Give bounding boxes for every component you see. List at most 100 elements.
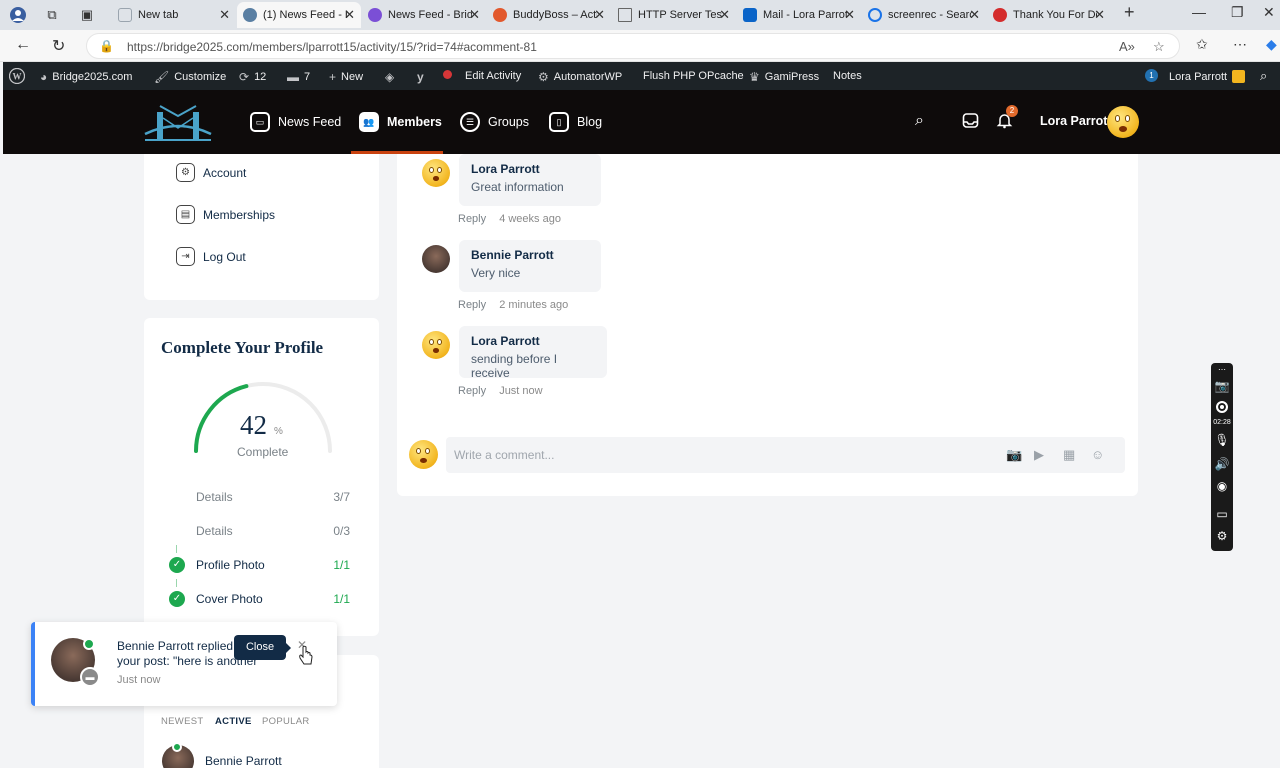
comment-avatar[interactable] xyxy=(422,159,450,187)
admin-new-link[interactable]: + New xyxy=(329,70,363,84)
members-icon: 👥 xyxy=(359,112,379,132)
tab-close-icon[interactable]: ✕ xyxy=(594,7,605,23)
browser-tab[interactable]: HTTP Server Test ✕ xyxy=(612,2,736,28)
reply-link[interactable]: Reply xyxy=(458,213,486,225)
address-bar[interactable]: 🔒 https://bridge2025.com/members/lparrot… xyxy=(86,33,1180,59)
camera-icon[interactable]: 📷 xyxy=(1006,447,1022,463)
admin-edit-activity-link[interactable]: Edit Activity xyxy=(465,70,521,82)
admin-flush-link[interactable]: Flush PHP OPcache xyxy=(643,70,744,82)
menu-logout[interactable]: ⇥ Log Out xyxy=(176,247,246,266)
menu-account[interactable]: ⚙ Account xyxy=(176,163,246,182)
menu-memberships[interactable]: ▤ Memberships xyxy=(176,205,275,224)
profile-row[interactable]: Details 3/7 xyxy=(196,490,350,504)
comment-meta: Reply Just now xyxy=(458,385,543,397)
comment-author[interactable]: Lora Parrott xyxy=(471,334,595,348)
filter-newest[interactable]: NEWEST xyxy=(161,716,203,727)
comment-author[interactable]: Bennie Parrott xyxy=(471,248,589,262)
favorite-star-icon[interactable]: ☆ xyxy=(1153,39,1165,55)
admin-notes-link[interactable]: Notes xyxy=(833,70,862,82)
current-user-avatar xyxy=(409,440,438,469)
header-user-name[interactable]: Lora Parrott xyxy=(1040,114,1112,128)
window-close-icon[interactable]: ✕ xyxy=(1263,4,1275,21)
comment-avatar[interactable] xyxy=(422,331,450,359)
complete-profile-card xyxy=(144,318,379,636)
favorites-icon[interactable]: ✩ xyxy=(1196,36,1208,53)
tab-close-icon[interactable]: ✕ xyxy=(719,7,730,23)
window-select-icon[interactable]: ▭ xyxy=(1211,507,1233,521)
admin-notification-badge[interactable]: 1 xyxy=(1145,69,1158,82)
tab-close-icon[interactable]: ✕ xyxy=(1094,7,1105,23)
wordpress-logo-icon[interactable]: W xyxy=(9,68,25,84)
speaker-icon[interactable]: 🔊 xyxy=(1211,457,1233,471)
browser-tab[interactable]: Thank You For Downloading ✕ xyxy=(987,2,1111,28)
profile-row[interactable]: Cover Photo 1/1 xyxy=(196,592,350,606)
back-icon[interactable]: ← xyxy=(15,36,31,54)
nav-blog[interactable]: ▯ Blog xyxy=(549,90,602,154)
profile-icon[interactable] xyxy=(8,5,28,25)
header-search-icon[interactable]: ⌕ xyxy=(915,112,924,130)
comment-author[interactable]: Lora Parrott xyxy=(471,162,589,176)
admin-site-link[interactable]: ◕ Bridge2025.com xyxy=(40,70,132,84)
screenshot-camera-icon[interactable]: 📷 xyxy=(1211,379,1233,393)
menu-memberships-label: Memberships xyxy=(203,207,276,222)
admin-automator-link[interactable]: ⚙ AutomatorWP xyxy=(538,70,622,84)
tab-close-icon[interactable]: ✕ xyxy=(844,7,855,23)
member-name[interactable]: Bennie Parrott xyxy=(205,754,282,768)
comment-avatar[interactable] xyxy=(422,245,450,273)
video-icon[interactable]: ▶ xyxy=(1034,447,1044,463)
filter-active[interactable]: ACTIVE xyxy=(215,716,252,727)
site-info-icon[interactable]: 🔒 xyxy=(99,39,114,53)
webcam-icon[interactable]: ◉ xyxy=(1211,479,1233,493)
read-aloud-icon[interactable]: A» xyxy=(1119,39,1135,54)
tab-close-icon[interactable]: ✕ xyxy=(969,7,980,23)
admin-search-icon[interactable]: ⌕ xyxy=(1260,68,1267,84)
admin-customize-link[interactable]: 🖌 Customize xyxy=(154,70,226,84)
admin-user-link[interactable]: Lora Parrott xyxy=(1169,70,1246,83)
microphone-icon[interactable]: 🎙 xyxy=(1211,433,1233,447)
recorder-handle-icon[interactable]: ⋯ xyxy=(1211,365,1233,374)
address-toolbar: ← ↻ 🔒 https://bridge2025.com/members/lpa… xyxy=(0,30,1280,62)
nav-members[interactable]: 👥 Members xyxy=(359,90,442,154)
browser-tab-active[interactable]: (1) News Feed - Bridge2025 ✕ xyxy=(237,2,361,28)
browser-tab[interactable]: screenrec - Search ✕ xyxy=(862,2,986,28)
gif-icon[interactable]: ▦ xyxy=(1063,447,1075,463)
vertical-tabs-icon[interactable]: ▣ xyxy=(77,5,97,25)
yoast-icon[interactable]: y xyxy=(417,70,424,84)
new-tab-icon[interactable]: + xyxy=(1124,2,1135,23)
browser-tab[interactable]: New tab ✕ xyxy=(112,2,236,28)
comment-input[interactable]: Write a comment... 📷 ▶ ▦ ☺ xyxy=(446,437,1125,473)
workspaces-icon[interactable]: ⧉ xyxy=(42,5,62,25)
browser-tab[interactable]: BuddyBoss – Activity ✕ xyxy=(487,2,611,28)
admin-updates-link[interactable]: ⟳ 12 xyxy=(239,70,266,84)
browser-tab[interactable]: News Feed - Bridge2025 ✕ xyxy=(362,2,486,28)
admin-gamipress-link[interactable]: ♛ GamiPress xyxy=(749,70,819,84)
diamond-icon[interactable]: ◈ xyxy=(385,70,394,84)
nav-news-feed[interactable]: ▭ News Feed xyxy=(250,90,341,154)
emoji-icon[interactable]: ☺ xyxy=(1091,447,1104,462)
site-logo[interactable] xyxy=(143,98,213,144)
refresh-icon[interactable]: ↻ xyxy=(52,36,65,56)
status-dot-icon[interactable] xyxy=(443,70,452,79)
inbox-icon[interactable] xyxy=(962,112,979,134)
profile-row[interactable]: Profile Photo 1/1 xyxy=(196,558,350,572)
tab-label: Thank You For Downloading xyxy=(1013,9,1097,21)
filter-popular[interactable]: POPULAR xyxy=(262,716,310,727)
maximize-icon[interactable]: ❐ xyxy=(1231,4,1244,21)
record-icon[interactable] xyxy=(1211,401,1233,416)
copilot-icon[interactable]: ◆ xyxy=(1266,36,1277,53)
more-menu-icon[interactable]: ⋯ xyxy=(1233,36,1247,53)
notification-toast[interactable]: ▬ Bennie Parrott replied to your post: "… xyxy=(31,622,337,706)
profile-row[interactable]: Details 0/3 xyxy=(196,524,350,538)
browser-tab[interactable]: Mail - Lora Parrott ✕ xyxy=(737,2,861,28)
tab-close-icon[interactable]: ✕ xyxy=(219,7,230,23)
plus-icon: + xyxy=(329,70,337,84)
tab-close-icon[interactable]: ✕ xyxy=(469,7,480,23)
tab-close-icon[interactable]: ✕ xyxy=(344,7,355,23)
header-user-avatar[interactable] xyxy=(1107,106,1139,138)
recorder-settings-icon[interactable]: ⚙ xyxy=(1211,529,1233,543)
nav-groups[interactable]: ☰ Groups xyxy=(460,90,529,154)
reply-link[interactable]: Reply xyxy=(458,299,486,311)
minimize-icon[interactable]: — xyxy=(1192,4,1206,20)
admin-comments-link[interactable]: ▬ 7 xyxy=(287,70,310,84)
reply-link[interactable]: Reply xyxy=(458,385,486,397)
